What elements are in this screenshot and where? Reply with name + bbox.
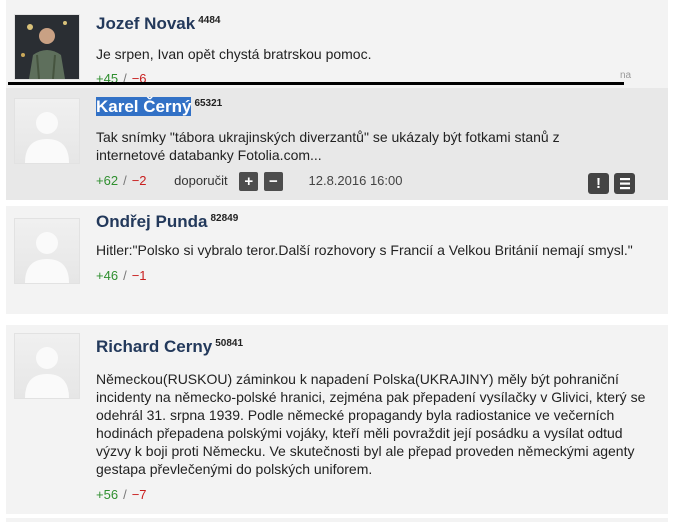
vote-separator: / bbox=[123, 172, 127, 188]
votes-down: −1 bbox=[131, 268, 147, 283]
karma-score: 4484 bbox=[198, 15, 221, 27]
thread-button[interactable] bbox=[614, 173, 635, 194]
report-button[interactable]: ! bbox=[588, 173, 609, 194]
comment-text: Německou(RUSKOU) záminkou k napadení Pol… bbox=[96, 371, 646, 477]
downvote-button[interactable]: − bbox=[263, 172, 283, 191]
upvote-button[interactable]: + bbox=[239, 172, 259, 191]
comment-header: Karel Černý 65321 bbox=[96, 97, 658, 117]
comment-header: Richard Cerny 50841 bbox=[96, 337, 658, 357]
list-icon bbox=[620, 178, 630, 190]
comment-header: Jozef Novak 4484 bbox=[96, 14, 658, 34]
votes-up: +62 bbox=[96, 172, 119, 188]
comment-item: Ondřej Punda 82849 Hitler:"Polsko si vybr… bbox=[6, 206, 668, 314]
avatar[interactable] bbox=[14, 218, 80, 284]
karma-score: 65321 bbox=[194, 98, 223, 110]
comment-item: Richard Cerny 50841 Německou(RUSKOU) zámi… bbox=[6, 325, 668, 514]
comment-body: Karel Černý 65321 Tak snímky "tábora ukra… bbox=[96, 97, 658, 191]
comment-text: Hitler:"Polsko si vybralo teror.Další ro… bbox=[96, 242, 633, 258]
vote-separator: / bbox=[123, 487, 127, 502]
author-link[interactable]: Jozef Novak bbox=[96, 14, 195, 33]
karma-score: 50841 bbox=[215, 338, 244, 350]
comment-text: Tak snímky "tábora ukrajinských diverzan… bbox=[96, 129, 560, 163]
votes-down: −7 bbox=[131, 487, 147, 502]
comment-body: Richard Cerny 50841 Německou(RUSKOU) zámi… bbox=[96, 337, 658, 502]
comment-body: Ondřej Punda 82849 Hitler:"Polsko si vybr… bbox=[96, 212, 658, 283]
votes-up: +56 bbox=[96, 487, 119, 502]
comment-item: Jozef Novak 4484 Je srpen, Ivan opět chys… bbox=[6, 0, 668, 92]
vote-summary: +46 / −1 bbox=[96, 268, 658, 283]
comment-text: Je srpen, Ivan opět chystá bratrskou pom… bbox=[96, 46, 372, 62]
avatar[interactable] bbox=[14, 98, 80, 164]
default-avatar-icon bbox=[25, 347, 69, 398]
avatar[interactable] bbox=[14, 333, 80, 399]
author-link[interactable]: Karel Černý bbox=[96, 97, 192, 116]
author-link[interactable]: Richard Cerny bbox=[96, 337, 212, 356]
author-link[interactable]: Ondřej Punda bbox=[96, 212, 207, 231]
vote-separator: / bbox=[123, 268, 127, 283]
default-avatar-icon bbox=[25, 232, 69, 283]
comment-item: Karel Černý 65321 Tak snímky "tábora ukra… bbox=[6, 88, 668, 200]
comment-header: Ondřej Punda 82849 bbox=[96, 212, 658, 232]
vote-summary: +56 / −7 bbox=[96, 487, 658, 502]
vote-bar: +62/−2 doporučit + − 12.8.2016 16:00 bbox=[96, 172, 658, 191]
comment-body: Jozef Novak 4484 Je srpen, Ivan opět chys… bbox=[96, 14, 658, 86]
comment-item-next bbox=[6, 518, 668, 522]
user-photo-icon bbox=[15, 15, 79, 79]
overflow-fragment: na bbox=[620, 70, 632, 81]
comment-date: 12.8.2016 16:00 bbox=[308, 172, 403, 188]
karma-score: 82849 bbox=[210, 213, 239, 225]
votes-up: +46 bbox=[96, 268, 119, 283]
avatar[interactable] bbox=[14, 14, 80, 80]
divider-line bbox=[8, 82, 624, 85]
recommend-label: doporučit bbox=[174, 172, 228, 188]
votes-down: −2 bbox=[131, 172, 147, 188]
default-avatar-icon bbox=[25, 112, 69, 163]
